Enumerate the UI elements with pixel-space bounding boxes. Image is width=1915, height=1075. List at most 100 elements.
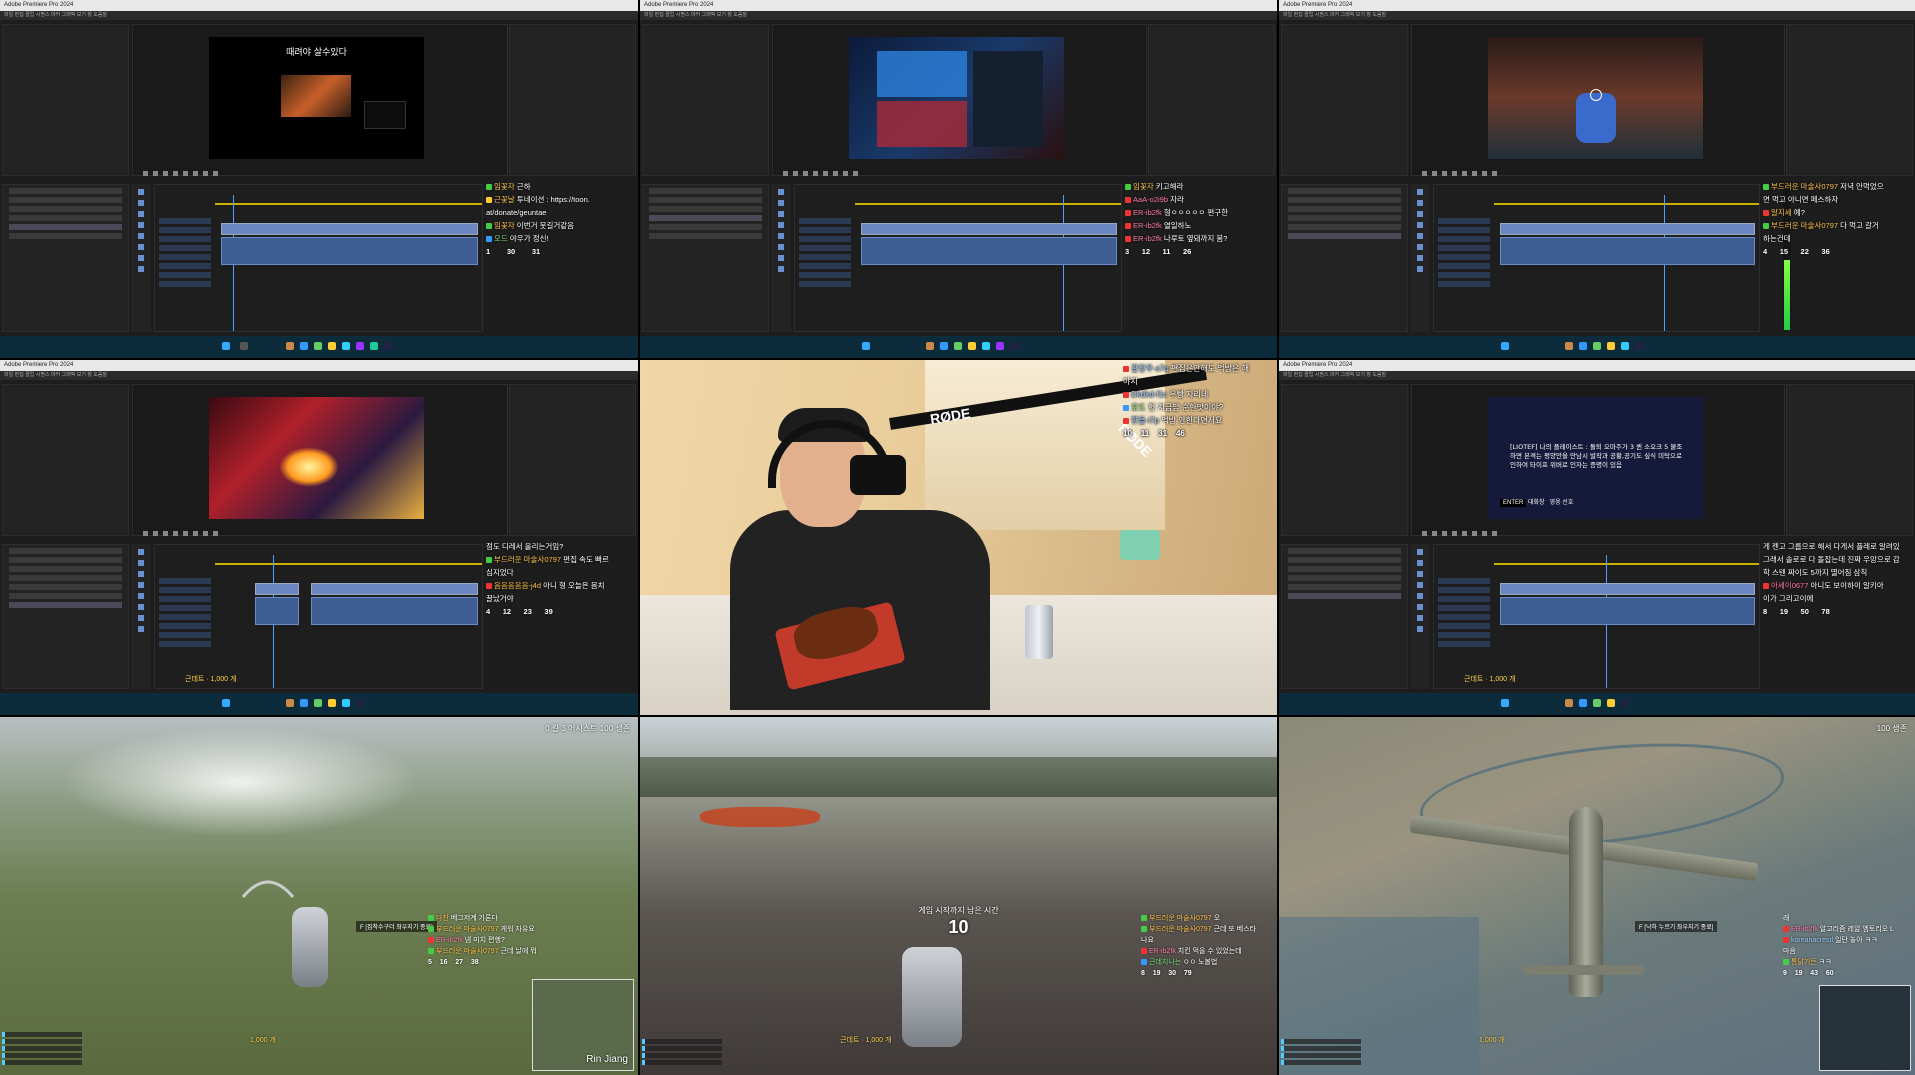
start-icon[interactable] <box>222 699 230 707</box>
app-icon[interactable] <box>996 342 1004 350</box>
audio-clip[interactable] <box>861 237 1117 265</box>
app-icon[interactable] <box>1579 699 1587 707</box>
app-icon[interactable] <box>300 342 308 350</box>
source-panel[interactable] <box>1281 24 1408 176</box>
tools-panel[interactable] <box>131 544 151 689</box>
tools-panel[interactable] <box>131 184 151 332</box>
app-icon[interactable] <box>954 342 962 350</box>
track-headers[interactable] <box>1434 215 1494 321</box>
effects-panel[interactable] <box>509 24 636 176</box>
timeline-panel[interactable] <box>154 184 483 332</box>
app-icon[interactable] <box>300 699 308 707</box>
effects-panel[interactable] <box>509 384 636 536</box>
source-panel[interactable] <box>642 24 769 176</box>
audio-clip[interactable] <box>221 237 478 265</box>
premiere-icon[interactable] <box>384 342 392 350</box>
video-clip[interactable] <box>255 583 299 595</box>
premiere-icon[interactable] <box>1010 342 1018 350</box>
premiere-menubar[interactable]: 파일 편집 클립 시퀀스 마커 그래픽 보기 창 도움말 <box>1279 11 1915 20</box>
work-area-bar[interactable] <box>215 203 482 205</box>
project-panel[interactable] <box>2 184 129 332</box>
work-area-bar[interactable] <box>855 203 1121 205</box>
start-icon[interactable] <box>222 342 230 350</box>
video-clip[interactable] <box>311 583 478 595</box>
transport-controls[interactable] <box>783 161 1136 176</box>
app-icon[interactable] <box>1593 699 1601 707</box>
program-monitor[interactable] <box>772 24 1147 176</box>
app-icon[interactable] <box>940 342 948 350</box>
app-icon[interactable] <box>286 699 294 707</box>
video-clip[interactable] <box>1500 583 1755 595</box>
app-icon[interactable] <box>1607 342 1615 350</box>
video-clip[interactable] <box>861 223 1117 235</box>
premiere-menubar[interactable]: 파일 편집 클립 시퀀스 마커 그래픽 보기 창 도움말 <box>0 11 638 20</box>
work-area-bar[interactable] <box>1494 203 1759 205</box>
work-area-bar[interactable] <box>1494 563 1759 565</box>
program-monitor[interactable]: [LIOTEF] 나의 플레이스트 : 돌퇴 오마주가 3 퀸 소오크 5 붙조… <box>1411 384 1785 536</box>
app-icon[interactable] <box>926 342 934 350</box>
audio-clip[interactable] <box>1500 597 1755 625</box>
timeline-panel[interactable] <box>794 184 1122 332</box>
app-icon[interactable] <box>1607 699 1615 707</box>
premiere-icon[interactable] <box>356 699 364 707</box>
work-area-bar[interactable] <box>215 563 482 565</box>
timeline-panel[interactable]: 근데트 · 1,000 개 <box>154 544 483 689</box>
minimap[interactable] <box>1819 985 1911 1071</box>
app-icon[interactable] <box>1565 699 1573 707</box>
premiere-icon[interactable] <box>1621 699 1629 707</box>
app-icon[interactable] <box>314 699 322 707</box>
app-icon[interactable] <box>342 699 350 707</box>
source-panel[interactable] <box>1281 384 1408 536</box>
timeline-panel[interactable] <box>1433 184 1760 332</box>
premiere-icon[interactable] <box>1635 342 1643 350</box>
app-icon[interactable] <box>370 342 378 350</box>
program-monitor[interactable] <box>132 384 508 536</box>
windows-taskbar[interactable] <box>0 693 638 715</box>
app-icon[interactable] <box>342 342 350 350</box>
app-icon[interactable] <box>328 699 336 707</box>
start-icon[interactable] <box>862 342 870 350</box>
start-icon[interactable] <box>1501 699 1509 707</box>
source-panel[interactable] <box>2 384 129 536</box>
track-headers[interactable] <box>795 215 855 321</box>
track-headers[interactable] <box>155 575 215 678</box>
transport-controls[interactable] <box>1422 161 1774 176</box>
timeline-panel[interactable]: 근데트 · 1,000 개 <box>1433 544 1760 689</box>
transport-controls[interactable] <box>1422 521 1774 536</box>
video-clip[interactable] <box>221 223 478 235</box>
app-icon[interactable] <box>314 342 322 350</box>
app-icon[interactable] <box>968 342 976 350</box>
audio-clip[interactable] <box>1500 237 1755 265</box>
start-icon[interactable] <box>1501 342 1509 350</box>
app-icon[interactable] <box>328 342 336 350</box>
tools-panel[interactable] <box>1410 184 1430 332</box>
track-headers[interactable] <box>1434 575 1494 678</box>
windows-taskbar[interactable] <box>1279 693 1915 715</box>
app-icon[interactable] <box>1593 342 1601 350</box>
source-panel[interactable] <box>2 24 129 176</box>
app-icon[interactable] <box>286 342 294 350</box>
app-icon[interactable] <box>1621 342 1629 350</box>
transport-controls[interactable] <box>143 161 497 176</box>
audio-clip[interactable] <box>311 597 478 625</box>
transport-controls[interactable] <box>143 521 497 536</box>
app-icon[interactable] <box>356 342 364 350</box>
premiere-menubar[interactable]: 파일 편집 클립 시퀀스 마커 그래픽 보기 창 도움말 <box>640 11 1277 20</box>
premiere-menubar[interactable]: 파일 편집 클립 시퀀스 마커 그래픽 보기 창 도움말 <box>0 371 638 380</box>
effects-panel[interactable] <box>1786 24 1913 176</box>
project-panel[interactable] <box>2 544 129 689</box>
app-icon[interactable] <box>1579 342 1587 350</box>
project-panel[interactable] <box>642 184 769 332</box>
effects-panel[interactable] <box>1786 384 1913 536</box>
program-monitor[interactable]: 때려야 살수있다 <box>132 24 508 176</box>
project-panel[interactable] <box>1281 184 1408 332</box>
windows-taskbar[interactable] <box>640 336 1277 358</box>
audio-clip[interactable] <box>255 597 299 625</box>
windows-taskbar[interactable] <box>1279 336 1915 358</box>
video-clip[interactable] <box>1500 223 1755 235</box>
windows-taskbar[interactable] <box>0 336 638 358</box>
program-monitor[interactable] <box>1411 24 1785 176</box>
effects-panel[interactable] <box>1148 24 1275 176</box>
tools-panel[interactable] <box>1410 544 1430 689</box>
app-icon[interactable] <box>1565 342 1573 350</box>
